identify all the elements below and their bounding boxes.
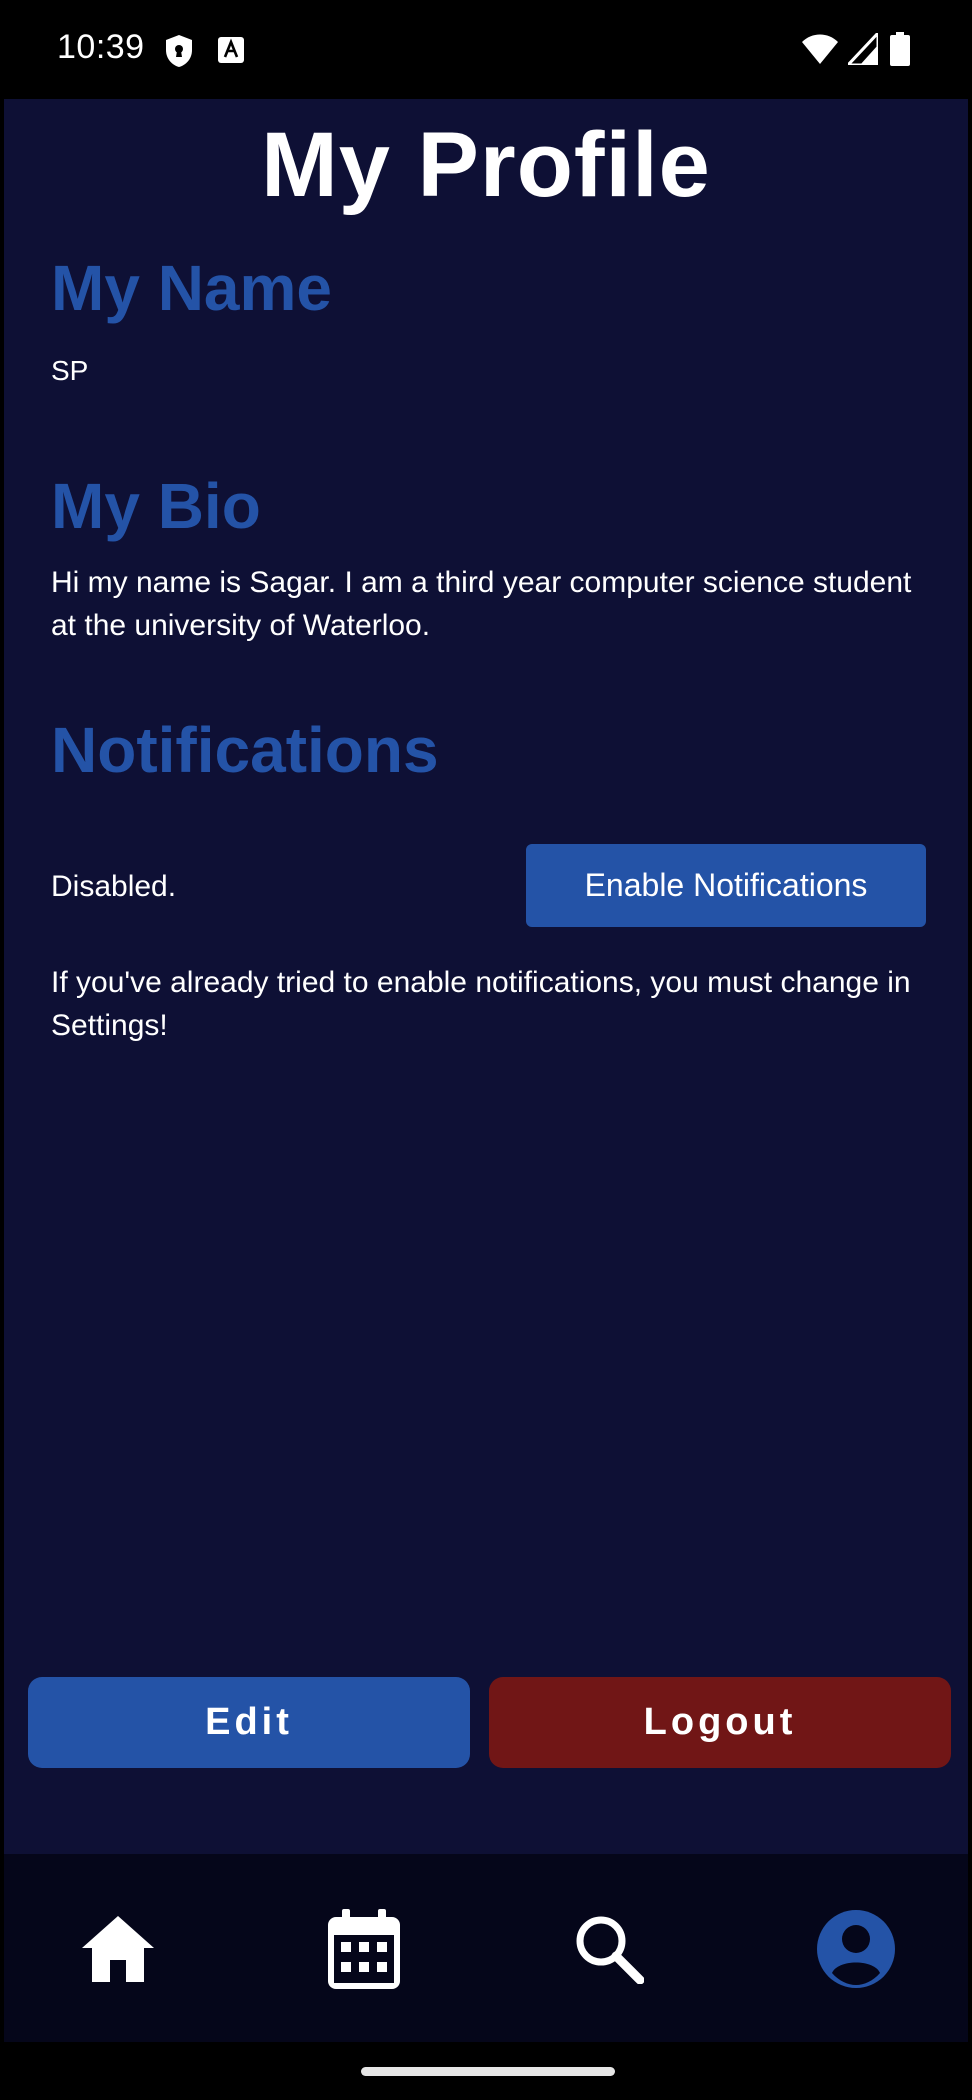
- shield-icon: [166, 35, 192, 67]
- logout-button[interactable]: Logout: [489, 1677, 951, 1768]
- notifications-heading: Notifications: [51, 714, 439, 786]
- name-heading: My Name: [51, 252, 332, 324]
- wifi-icon: [802, 34, 838, 64]
- enable-notifications-button[interactable]: Enable Notifications: [526, 844, 926, 927]
- signal-icon: [848, 33, 878, 65]
- search-icon: [576, 1916, 644, 1984]
- edit-button[interactable]: Edit: [28, 1677, 470, 1768]
- nav-calendar[interactable]: [319, 1904, 409, 1994]
- nav-search[interactable]: [564, 1904, 654, 1994]
- phone-screen: 10:39 My Profile My Name SP My Bio Hi my…: [4, 0, 968, 2100]
- bottom-navigation: [4, 1854, 968, 2042]
- profile-screen: My Profile My Name SP My Bio Hi my name …: [4, 99, 968, 1854]
- bio-text: Hi my name is Sagar. I am a third year c…: [51, 566, 912, 642]
- notifications-help-text: If you've already tried to enable notifi…: [51, 966, 911, 1042]
- nav-home[interactable]: [73, 1904, 163, 1994]
- status-time: 10:39: [57, 28, 145, 66]
- calendar-icon: [328, 1909, 400, 1989]
- home-gesture-handle[interactable]: [361, 2067, 615, 2076]
- profile-icon: [817, 1910, 895, 1988]
- a-font-icon: [218, 37, 244, 63]
- gesture-bar: [4, 2042, 968, 2100]
- battery-icon: [890, 32, 910, 66]
- page-title: My Profile: [261, 114, 711, 216]
- status-bar: 10:39: [4, 0, 968, 99]
- name-value: SP: [51, 355, 89, 386]
- nav-profile[interactable]: [811, 1904, 901, 1994]
- home-icon: [82, 1916, 154, 1982]
- bio-heading: My Bio: [51, 470, 261, 542]
- notifications-status: Disabled.: [51, 870, 177, 903]
